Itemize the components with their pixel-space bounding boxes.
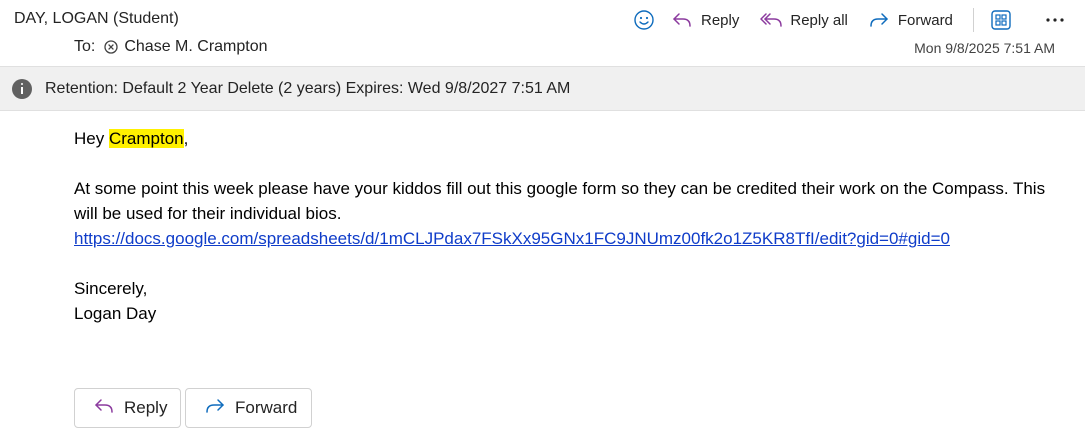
toolbar-divider	[972, 8, 974, 32]
highlighted-name: Crampton	[108, 129, 184, 148]
bottom-forward-button[interactable]: Forward	[185, 388, 312, 428]
recipients-row: To: Chase M. Crampton	[74, 38, 268, 56]
reply-icon	[671, 11, 701, 29]
forward-button[interactable]: Forward	[868, 6, 953, 34]
more-icon	[1045, 17, 1065, 23]
reply-icon	[93, 397, 124, 420]
google-form-link[interactable]: https://docs.google.com/spreadsheets/d/1…	[74, 229, 950, 248]
greeting-prefix: Hey	[74, 129, 109, 148]
bottom-actions: Reply Forward	[74, 388, 312, 428]
reply-label: Reply	[701, 11, 740, 29]
message-paragraph: At some point this week please have your…	[74, 179, 1046, 223]
emoji-icon	[633, 9, 655, 31]
bottom-reply-button[interactable]: Reply	[74, 388, 181, 428]
greeting-line: Hey Crampton,	[74, 126, 1064, 151]
forward-label: Forward	[897, 11, 953, 29]
info-icon	[12, 78, 32, 99]
reply-button[interactable]: Reply	[671, 6, 739, 34]
signoff: Sincerely,	[74, 279, 148, 298]
more-actions-button[interactable]	[1045, 6, 1065, 34]
message-date: Mon 9/8/2025 7:51 AM	[914, 40, 1055, 56]
recipient-name[interactable]: Chase M. Crampton	[124, 38, 267, 56]
signature: Logan Day	[74, 304, 157, 323]
message-body: Hey Crampton, At some point this week pl…	[74, 126, 1064, 326]
retention-text: Retention: Default 2 Year Delete (2 year…	[45, 79, 571, 97]
message-actions: Reply Reply all Forward	[630, 6, 1065, 34]
immersive-reader-button[interactable]	[990, 6, 1012, 34]
bottom-reply-label: Reply	[124, 398, 168, 417]
bottom-forward-label: Forward	[235, 398, 298, 417]
forward-icon	[204, 397, 235, 420]
immersive-reader-icon	[990, 9, 1012, 31]
reply-all-label: Reply all	[790, 11, 848, 29]
sender-name[interactable]: DAY, LOGAN (Student)	[14, 10, 179, 28]
reply-all-button[interactable]: Reply all	[759, 6, 848, 34]
reply-all-icon	[759, 11, 790, 29]
remove-recipient-icon	[104, 40, 118, 54]
retention-bar: Retention: Default 2 Year Delete (2 year…	[0, 66, 1085, 111]
to-label: To:	[74, 38, 96, 55]
emoji-reaction-button[interactable]	[633, 6, 655, 34]
message-header: DAY, LOGAN (Student) To: Chase M. Crampt…	[0, 0, 1085, 66]
forward-icon	[868, 11, 898, 29]
greeting-suffix: ,	[183, 129, 189, 148]
